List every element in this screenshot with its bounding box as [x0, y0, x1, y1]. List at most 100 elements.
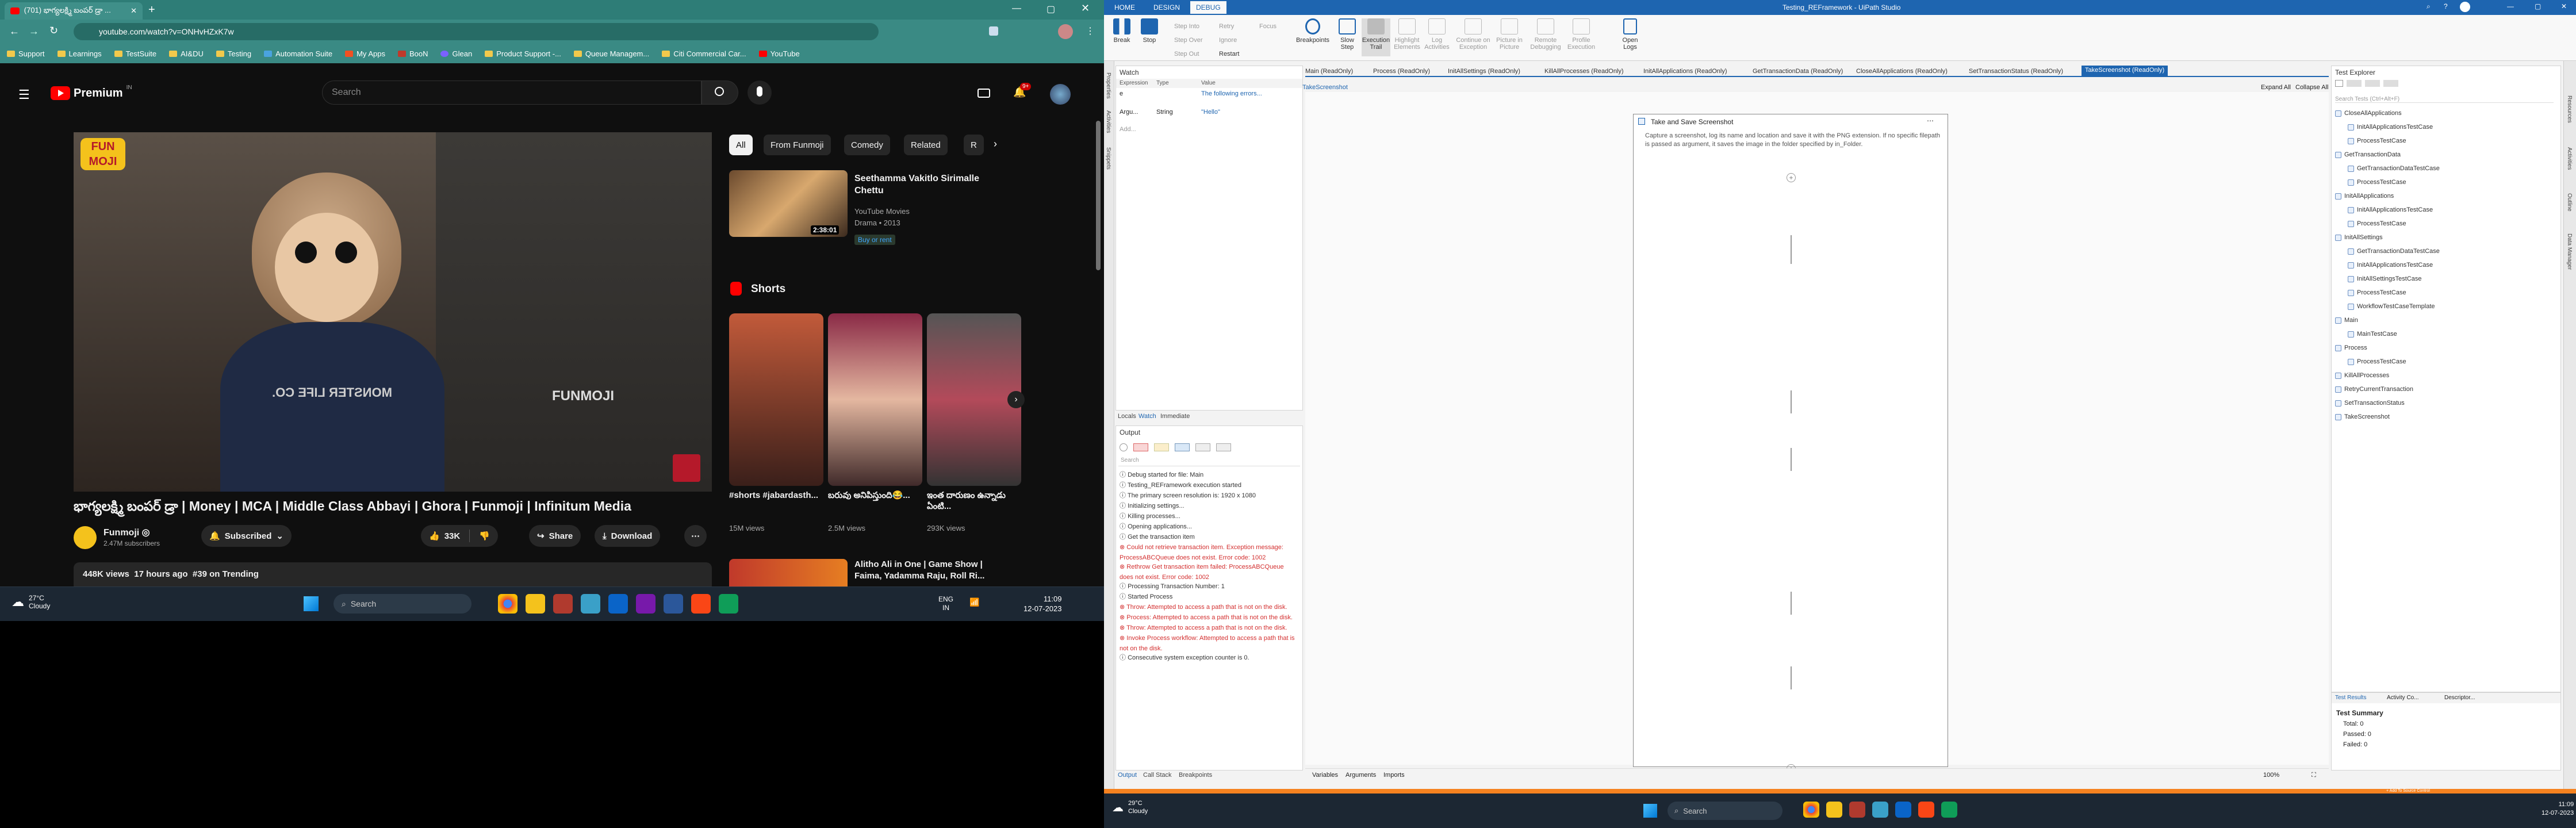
app-taskbar-icon[interactable] — [581, 594, 600, 614]
chip-all[interactable]: All — [729, 135, 753, 155]
uipath-taskbar-icon[interactable] — [1918, 802, 1934, 818]
bookmark[interactable]: Glean — [440, 49, 472, 58]
test-set-node[interactable]: Main — [2335, 317, 2358, 324]
test-case-node[interactable]: InitAllApplicationsTestCase — [2348, 124, 2433, 131]
picture-in-picture-button[interactable]: Picture in Picture — [1495, 18, 1524, 51]
breadcrumb[interactable]: TakeScreenshot — [1302, 84, 1348, 91]
test-case-node[interactable]: ProcessTestCase — [2348, 289, 2406, 296]
collapse-all-link[interactable]: Collapse All — [2295, 84, 2328, 91]
tab-call-stack[interactable]: Call Stack — [1143, 772, 1172, 779]
video-player[interactable]: MONSTER LIFE CO. FUN MOJI FUNMOJI — [74, 132, 712, 492]
app-taskbar-icon[interactable] — [553, 594, 573, 614]
profile-execution-button[interactable]: Profile Execution — [1565, 18, 1597, 51]
side-tab-outline[interactable]: Outline — [2566, 193, 2573, 212]
bookmark[interactable]: TestSuite — [114, 49, 156, 58]
test-set-node[interactable]: Process — [2335, 344, 2367, 351]
document-tab[interactable]: SetTransactionStatus (ReadOnly) — [1969, 68, 2063, 78]
search-button[interactable] — [702, 80, 738, 105]
step-over-button[interactable]: Step Over — [1174, 37, 1203, 44]
clock[interactable]: 11:09 12-07-2023 — [2542, 800, 2574, 818]
explorer-taskbar-icon[interactable] — [1826, 802, 1842, 818]
close-tab-icon[interactable]: ✕ — [131, 6, 137, 16]
bookmark[interactable]: Product Support -... — [485, 49, 561, 58]
back-icon[interactable]: ← — [9, 25, 20, 37]
activity-menu-icon[interactable]: ⋯ — [1927, 117, 1934, 125]
document-tab[interactable]: Process (ReadOnly) — [1373, 68, 1430, 78]
test-case-node[interactable]: InitAllApplicationsTestCase — [2348, 262, 2433, 269]
test-case-node[interactable]: InitAllApplicationsTestCase — [2348, 206, 2433, 213]
app-taskbar-icon[interactable] — [1872, 802, 1888, 818]
execution-trail-button[interactable]: Execution Trail — [1362, 18, 1390, 56]
bookmark[interactable]: Citi Commercial Car... — [662, 49, 746, 58]
highlight-elements-button[interactable]: Highlight Elements — [1393, 18, 1421, 51]
run-icon[interactable] — [2335, 80, 2343, 87]
bookmark[interactable]: Testing — [216, 49, 251, 58]
chrome-taskbar-icon[interactable] — [1803, 802, 1819, 818]
forward-icon[interactable]: → — [29, 25, 39, 37]
warning-filter-icon[interactable] — [1154, 443, 1169, 451]
output-line[interactable]: ⊗ Invoke Process workflow: Attempted to … — [1120, 633, 1299, 654]
taskbar-search[interactable]: ⌕ Search — [334, 594, 471, 614]
output-line[interactable]: ⓘ Consecutive system exception counter i… — [1120, 653, 1299, 663]
profile-avatar[interactable] — [1058, 24, 1073, 39]
bookmark[interactable]: Queue Managem... — [573, 49, 649, 58]
chip-related[interactable]: Related — [904, 135, 948, 155]
test-search-input[interactable]: Search Tests (Ctrl+Alt+F) — [2335, 96, 2554, 103]
outlook-taskbar-icon[interactable] — [608, 594, 628, 614]
rec2-thumbnail[interactable] — [729, 559, 848, 586]
error-filter-icon[interactable] — [1133, 443, 1148, 451]
channel-avatar[interactable] — [74, 526, 97, 549]
short-title[interactable]: బరువు అనిపిస్తుంది😂... — [828, 490, 920, 501]
output-line[interactable]: ⊗ Rethrow Get transaction item failed: P… — [1120, 562, 1299, 582]
tab-immediate[interactable]: Immediate — [1160, 413, 1190, 420]
test-set-node[interactable]: InitAllSettings — [2335, 234, 2383, 241]
zoom-level[interactable]: 100% — [2263, 772, 2279, 779]
step-into-button[interactable]: Step Into — [1174, 23, 1199, 30]
voice-search-button[interactable] — [747, 80, 772, 105]
search-icon[interactable]: ⌕ — [2426, 2, 2431, 11]
test-case-node[interactable]: ProcessTestCase — [2348, 137, 2406, 144]
channel-name[interactable]: Funmoji ◎ — [103, 527, 150, 538]
document-tab[interactable]: InitAllApplications (ReadOnly) — [1643, 68, 1727, 78]
add-activity-icon[interactable]: + — [1787, 173, 1796, 182]
bookmark[interactable]: Learnings — [57, 49, 102, 58]
menu-design[interactable]: DESIGN — [1153, 3, 1180, 12]
start-button[interactable] — [1643, 804, 1657, 818]
test-case-node[interactable]: ProcessTestCase — [2348, 179, 2406, 186]
test-set-node[interactable]: RetryCurrentTransaction — [2335, 386, 2413, 393]
test-case-node[interactable]: ProcessTestCase — [2348, 358, 2406, 365]
remote-debugging-button[interactable]: Remote Debugging — [1529, 18, 1562, 51]
extensions-icon[interactable] — [989, 26, 998, 36]
menu-home[interactable]: HOME — [1114, 3, 1135, 12]
tray-lang[interactable]: ENG IN — [938, 595, 953, 612]
tab-output[interactable]: Output — [1118, 772, 1137, 779]
share-button[interactable]: ↪ Share — [529, 525, 581, 547]
output-line[interactable]: ⊗ Process: Attempted to access a path th… — [1120, 612, 1299, 623]
designer-canvas[interactable]: Take and Save Screenshot ⋯ Capture a scr… — [1305, 92, 2329, 773]
document-tab[interactable]: Main (ReadOnly) — [1305, 68, 1353, 78]
bookmark[interactable]: Automation Suite — [264, 49, 332, 58]
minimize-button[interactable]: — — [1012, 3, 1021, 14]
start-button[interactable] — [304, 596, 319, 611]
source-control-status[interactable]: + Add To Source Control — [2386, 789, 2430, 793]
fit-screen-icon[interactable]: ⛶ — [2312, 772, 2316, 779]
search-input[interactable]: Search — [322, 80, 702, 105]
document-tab[interactable]: GetTransactionData (ReadOnly) — [1753, 68, 1843, 78]
output-line[interactable]: ⓘ Processing Transaction Number: 1 — [1120, 581, 1299, 592]
output-search[interactable]: Search — [1118, 457, 1300, 466]
taskbar-search[interactable]: ⌕ Search — [1667, 802, 1782, 820]
tab-descriptor[interactable]: Descriptor... — [2444, 695, 2475, 701]
ignore-button[interactable]: Ignore — [1219, 37, 1237, 44]
tab-watch[interactable]: Watch — [1138, 413, 1156, 420]
output-line[interactable]: ⓘ Debug started for file: Main — [1120, 470, 1299, 480]
tab-activity-coverage[interactable]: Activity Co... — [2387, 695, 2419, 701]
tab-breakpoints[interactable]: Breakpoints — [1179, 772, 1212, 779]
chevron-right-icon[interactable]: › — [994, 138, 997, 150]
page-scrollbar[interactable] — [1096, 121, 1101, 270]
explorer-taskbar-icon[interactable] — [526, 594, 545, 614]
verbose-filter-icon[interactable] — [1216, 443, 1231, 451]
output-line[interactable]: ⓘ Started Process — [1120, 592, 1299, 602]
bookmark[interactable]: Support — [7, 49, 45, 58]
test-case-node[interactable]: WorkflowTestCaseTemplate — [2348, 303, 2435, 310]
filter-icon[interactable] — [2347, 80, 2362, 87]
